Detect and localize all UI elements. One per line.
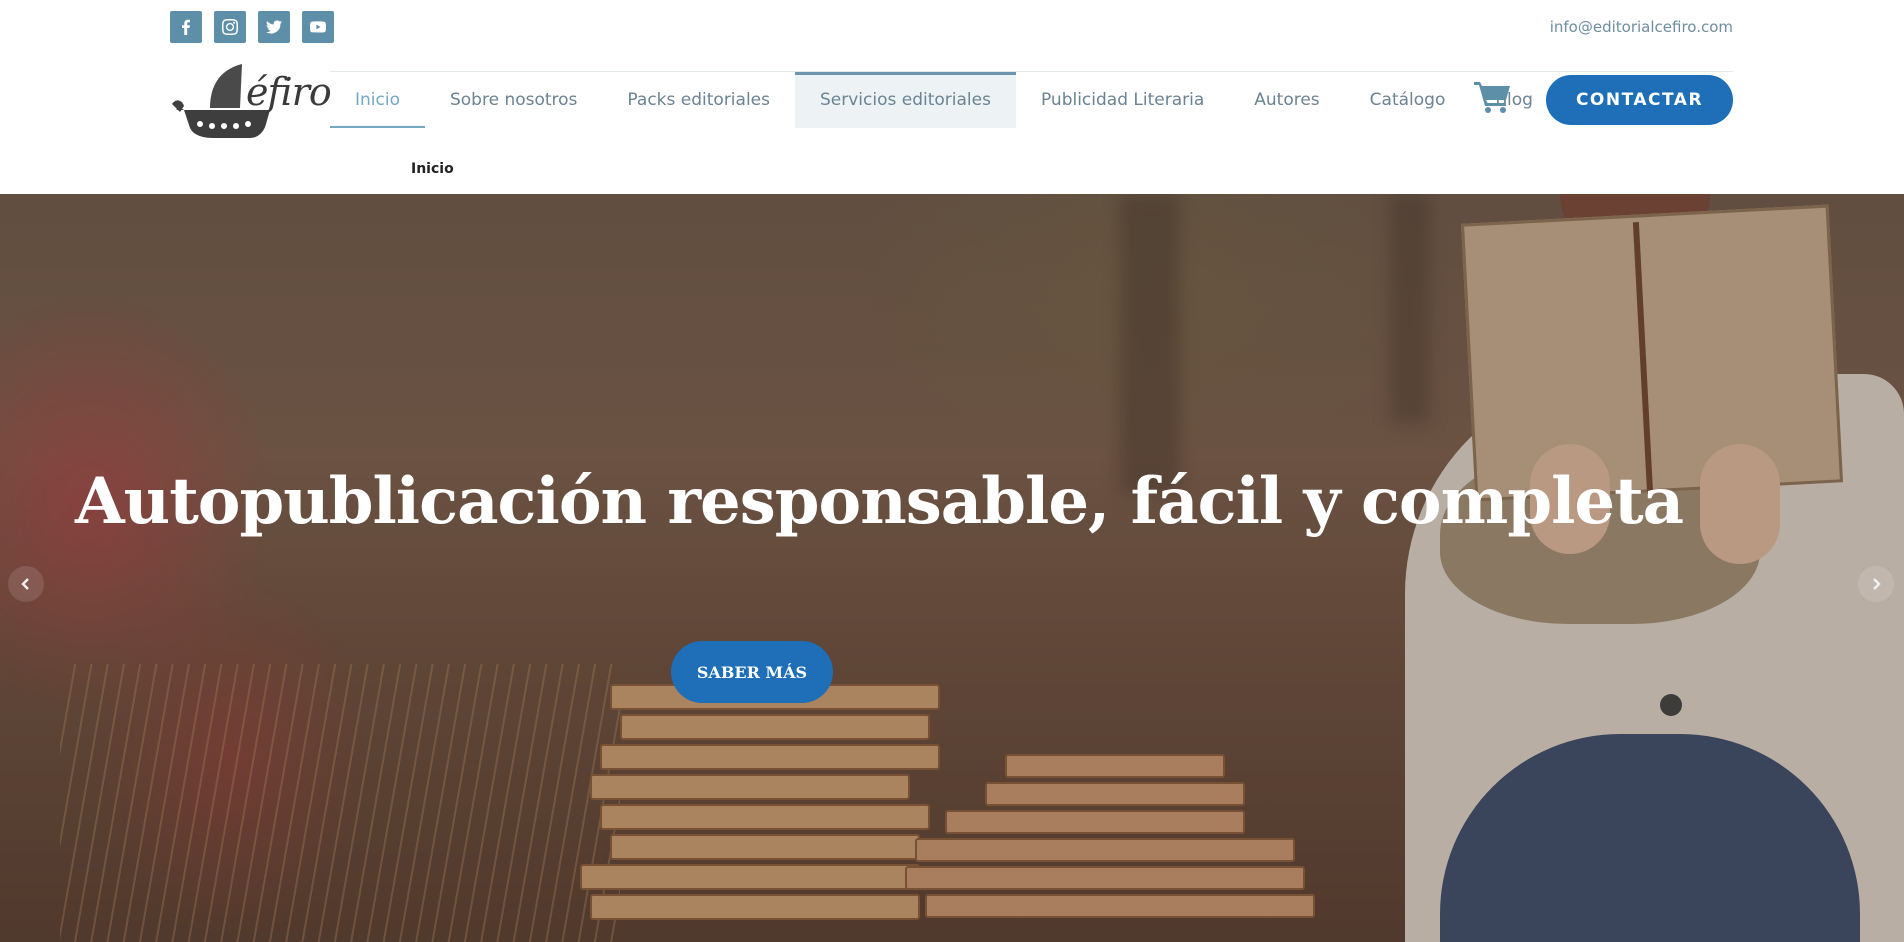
- nav-item-packs-editoriales[interactable]: Packs editoriales: [602, 72, 795, 128]
- nav-item-servicios-editoriales[interactable]: Servicios editoriales: [795, 72, 1016, 128]
- instagram-icon: [222, 19, 238, 35]
- shopping-cart-icon: [1474, 82, 1510, 113]
- twitter-icon: [266, 20, 282, 34]
- hero-title: Autopublicación responsable, fácil y com…: [75, 464, 1684, 539]
- hero-overlay: [0, 194, 1904, 942]
- nav-item-inicio[interactable]: Inicio: [330, 72, 425, 128]
- slider-next-button[interactable]: [1858, 566, 1894, 602]
- cart-button[interactable]: [1474, 80, 1512, 114]
- hero-slider: Autopublicación responsable, fácil y com…: [0, 194, 1904, 942]
- nav-item-sobre-nosotros[interactable]: Sobre nosotros: [425, 72, 602, 128]
- saber-mas-button[interactable]: SABER MÁS: [671, 641, 833, 703]
- chevron-left-icon: [21, 578, 29, 590]
- twitter-button[interactable]: [258, 11, 290, 43]
- nav-item-publicidad-literaria[interactable]: Publicidad Literaria: [1016, 72, 1229, 128]
- breadcrumb: Inicio: [411, 161, 454, 177]
- facebook-button[interactable]: [170, 11, 202, 43]
- youtube-icon: [310, 21, 326, 33]
- facebook-icon: [182, 19, 190, 35]
- logo-wordmark: éfiro: [246, 70, 332, 114]
- nav-item-autores[interactable]: Autores: [1229, 72, 1344, 128]
- social-links: [170, 11, 334, 43]
- slider-prev-button[interactable]: [8, 566, 44, 602]
- contact-email-link[interactable]: info@editorialcefiro.com: [1550, 18, 1733, 36]
- main-nav: Inicio Sobre nosotros Packs editoriales …: [330, 72, 1558, 128]
- chevron-right-icon: [1873, 578, 1881, 590]
- site-logo[interactable]: éfiro: [170, 58, 332, 140]
- youtube-button[interactable]: [302, 11, 334, 43]
- nav-item-catalogo[interactable]: Catálogo: [1345, 72, 1471, 128]
- contact-button[interactable]: CONTACTAR: [1546, 75, 1733, 125]
- instagram-button[interactable]: [214, 11, 246, 43]
